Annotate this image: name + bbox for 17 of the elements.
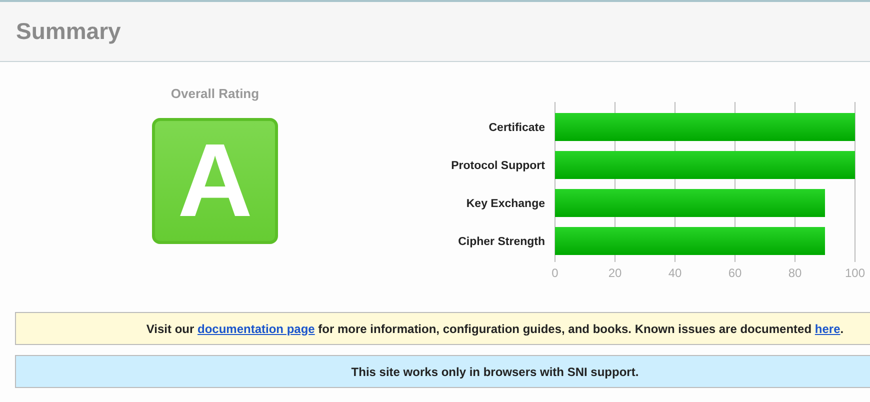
category-label: Certificate: [488, 122, 545, 134]
link[interactable]: documentation page: [198, 322, 315, 336]
category-label: Protocol Support: [451, 160, 545, 172]
tick-label: 60: [728, 266, 742, 280]
category-label: Cipher Strength: [458, 236, 545, 248]
rating-label: Overall Rating: [170, 86, 260, 101]
link[interactable]: here: [814, 322, 840, 336]
tick-label: 40: [668, 266, 682, 280]
tick-label: 0: [552, 266, 558, 280]
tick-label: 20: [608, 266, 622, 280]
tick-label: 80: [788, 266, 802, 280]
notice-text: This site works only in browsers with SNI support.: [351, 364, 639, 378]
section-title: Summary: [16, 18, 121, 45]
category-label: Key Exchange: [466, 198, 545, 210]
grade-badge: A: [152, 118, 278, 244]
notice-text: Visit our documentation page for more information, configuration guides, and books. Known issues are documented here.: [146, 322, 844, 336]
tick-label: 100: [844, 266, 866, 280]
